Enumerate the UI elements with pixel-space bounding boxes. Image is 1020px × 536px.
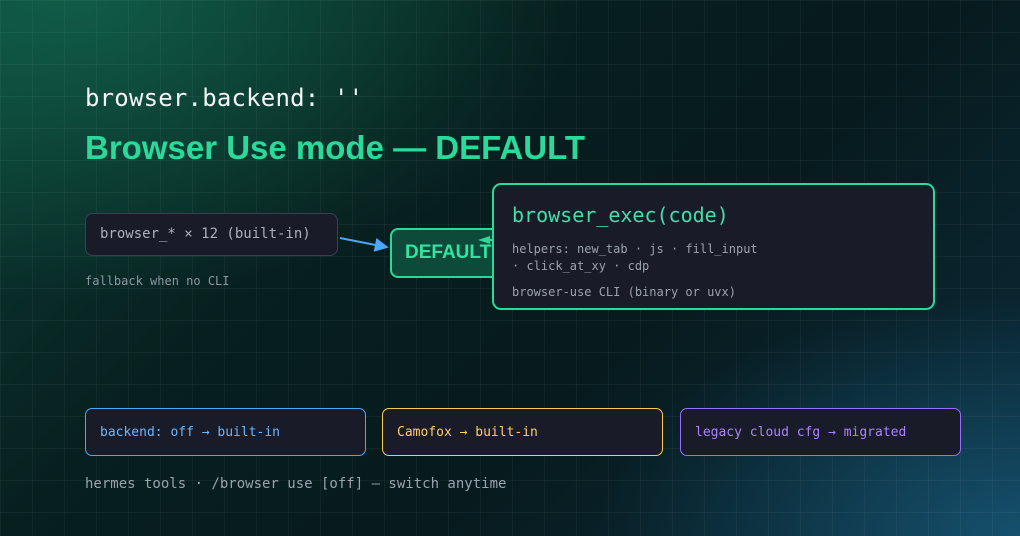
page-title: Browser Use mode — DEFAULT [85, 129, 585, 166]
status-card-legacy-cloud: legacy cloud cfg → migrated [680, 408, 961, 456]
fallback-note: fallback when no CLI [85, 274, 230, 288]
fallback-tools-label: browser_* × 12 (built-in) [100, 226, 311, 242]
status-card-camofox: Camofox → built-in [382, 408, 663, 456]
fallback-tools-box: browser_* × 12 (built-in) [85, 213, 338, 256]
default-badge-label: DEFAULT [405, 242, 492, 263]
browser-exec-card: browser_exec(code) helpers: new_tab · js… [492, 183, 935, 310]
fallback-to-default-arrow [339, 237, 389, 252]
browser-exec-title: browser_exec(code) [512, 203, 729, 227]
status-card-backend-off: backend: off → built-in [85, 408, 366, 456]
status-card-label: backend: off → built-in [100, 425, 281, 440]
status-card-label: Camofox → built-in [397, 425, 538, 440]
browser-exec-helpers: helpers: new_tab · js · fill_input · cli… [512, 242, 758, 273]
footer-hint: hermes tools · /browser use [off] — swit… [85, 476, 507, 492]
status-card-label: legacy cloud cfg → migrated [695, 425, 907, 440]
config-key-heading: browser.backend: '' [85, 84, 364, 112]
browser-exec-cli-note: browser-use CLI (binary or uvx) [512, 285, 736, 299]
